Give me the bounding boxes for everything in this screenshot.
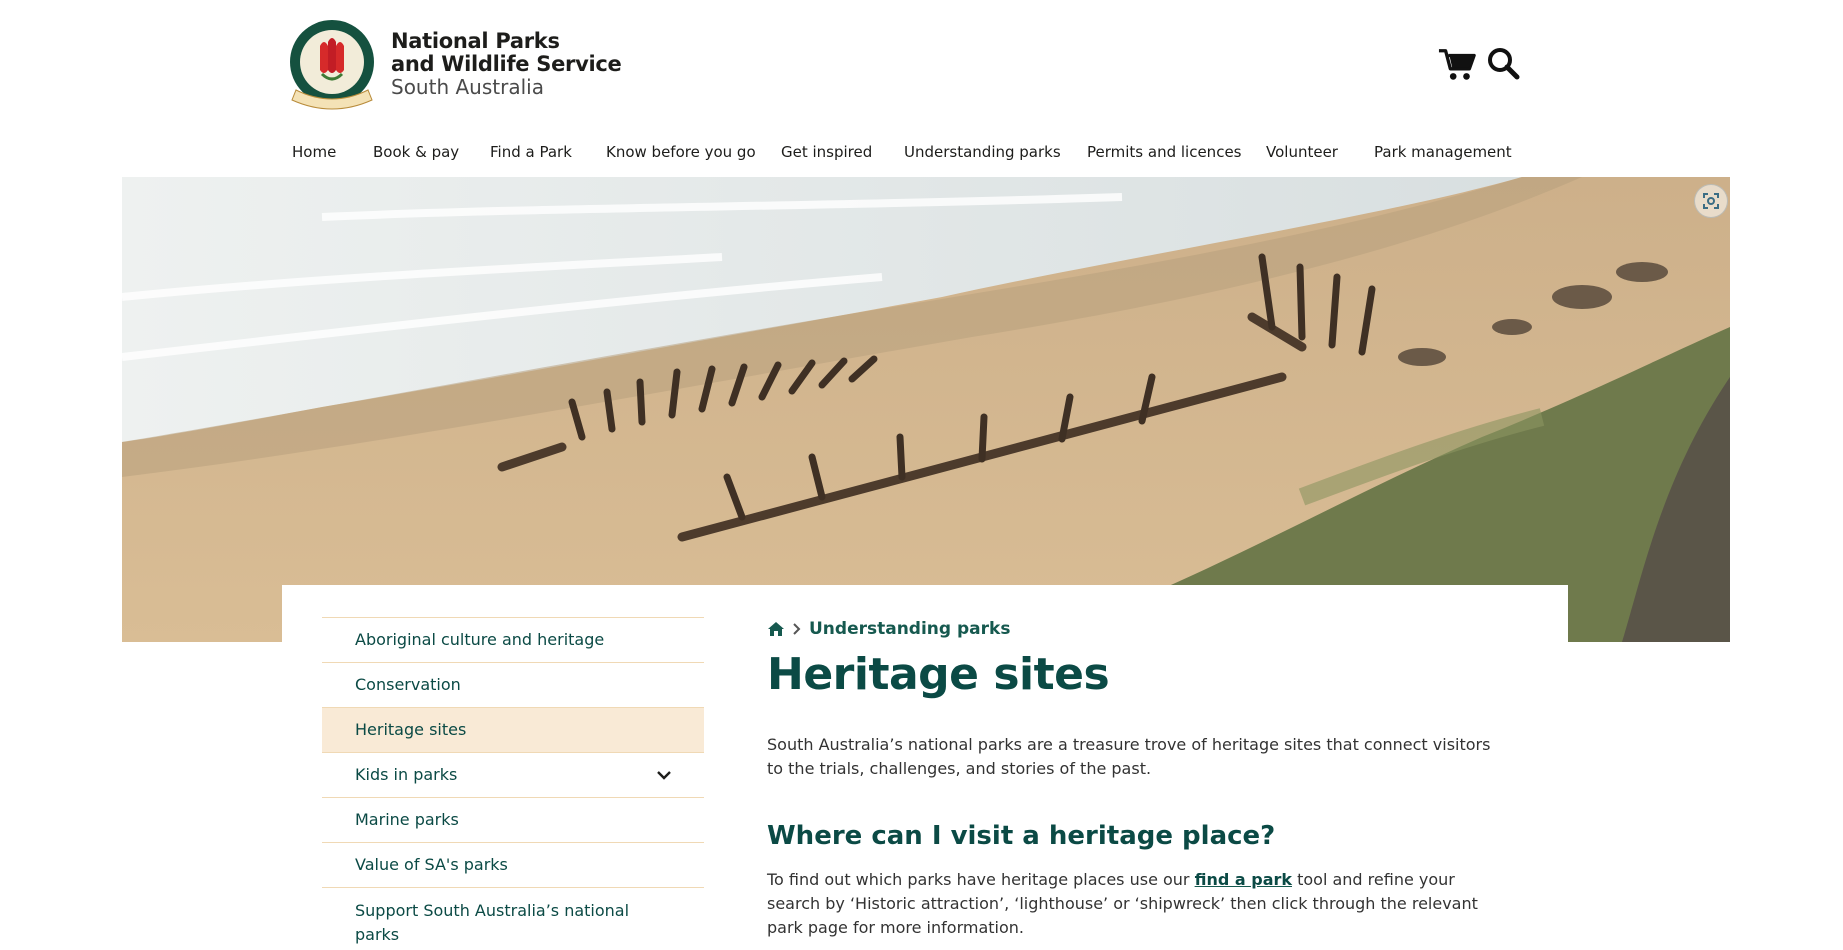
sidebar-item-support-sa-parks[interactable]: Support South Australia’s national parks [322, 887, 704, 950]
sidebar-item-label: Kids in parks [355, 765, 458, 784]
search-icon[interactable] [1486, 46, 1520, 80]
home-icon[interactable] [767, 621, 785, 637]
intro-paragraph: South Australia’s national parks are a t… [767, 735, 1491, 778]
hero-image [122, 177, 1730, 642]
sidebar-item-conservation[interactable]: Conservation [322, 662, 704, 707]
nav-item-find-a-park[interactable]: Find a Park [490, 143, 572, 161]
section-heading: Where can I visit a heritage place? [767, 821, 1276, 851]
chevron-down-icon[interactable] [656, 769, 672, 781]
brand-line-3: South Australia [391, 75, 544, 99]
page-title: Heritage sites [767, 649, 1110, 700]
nav-item-home[interactable]: Home [292, 143, 336, 161]
find-heritage-paragraph: To find out which parks have heritage pl… [767, 868, 1507, 940]
sidebar-item-label: Marine parks [355, 810, 459, 829]
sidebar-item-value-of-sa-parks[interactable]: Value of SA's parks [322, 842, 704, 887]
sidebar-item-label: Value of SA's parks [355, 855, 508, 874]
brand-name[interactable]: National Parks and Wildlife Service Sout… [391, 29, 622, 99]
nav-item-know-before-you-go[interactable]: Know before you go [606, 143, 756, 161]
breadcrumb-link-understanding-parks[interactable]: Understanding parks [809, 619, 1010, 639]
nav-item-get-inspired[interactable]: Get inspired [781, 143, 872, 161]
section-sidebar: Aboriginal culture and heritage Conserva… [322, 617, 704, 950]
nparks-logo[interactable] [282, 16, 382, 116]
sidebar-item-label: Heritage sites [355, 720, 467, 739]
sidebar-item-label: Aboriginal culture and heritage [355, 630, 605, 649]
sidebar-item-heritage-sites[interactable]: Heritage sites [322, 707, 704, 752]
fullscreen-icon [1703, 193, 1719, 209]
expand-image-button[interactable] [1694, 184, 1728, 218]
paragraph-text: To find out which parks have heritage pl… [767, 870, 1195, 889]
sidebar-item-label: Conservation [355, 675, 461, 694]
nav-item-understanding-parks[interactable]: Understanding parks [904, 143, 1061, 161]
sidebar-item-kids-in-parks[interactable]: Kids in parks [322, 752, 704, 797]
nav-item-park-management[interactable]: Park management [1374, 143, 1512, 161]
brand-line-1: National Parks [391, 29, 560, 53]
find-a-park-link[interactable]: find a park [1195, 870, 1292, 889]
cart-icon[interactable] [1438, 46, 1476, 84]
nav-item-volunteer[interactable]: Volunteer [1266, 143, 1338, 161]
chevron-right-icon [793, 623, 801, 635]
main-nav: Home Book & pay Find a Park Know before … [0, 143, 1843, 167]
sidebar-item-aboriginal-culture[interactable]: Aboriginal culture and heritage [322, 617, 704, 662]
sidebar-item-label: Support South Australia’s national parks [355, 901, 630, 944]
nav-item-permits-and-licences[interactable]: Permits and licences [1087, 143, 1241, 161]
brand-line-2: and Wildlife Service [391, 52, 622, 76]
sidebar-item-marine-parks[interactable]: Marine parks [322, 797, 704, 842]
nav-item-book-pay[interactable]: Book & pay [373, 143, 459, 161]
